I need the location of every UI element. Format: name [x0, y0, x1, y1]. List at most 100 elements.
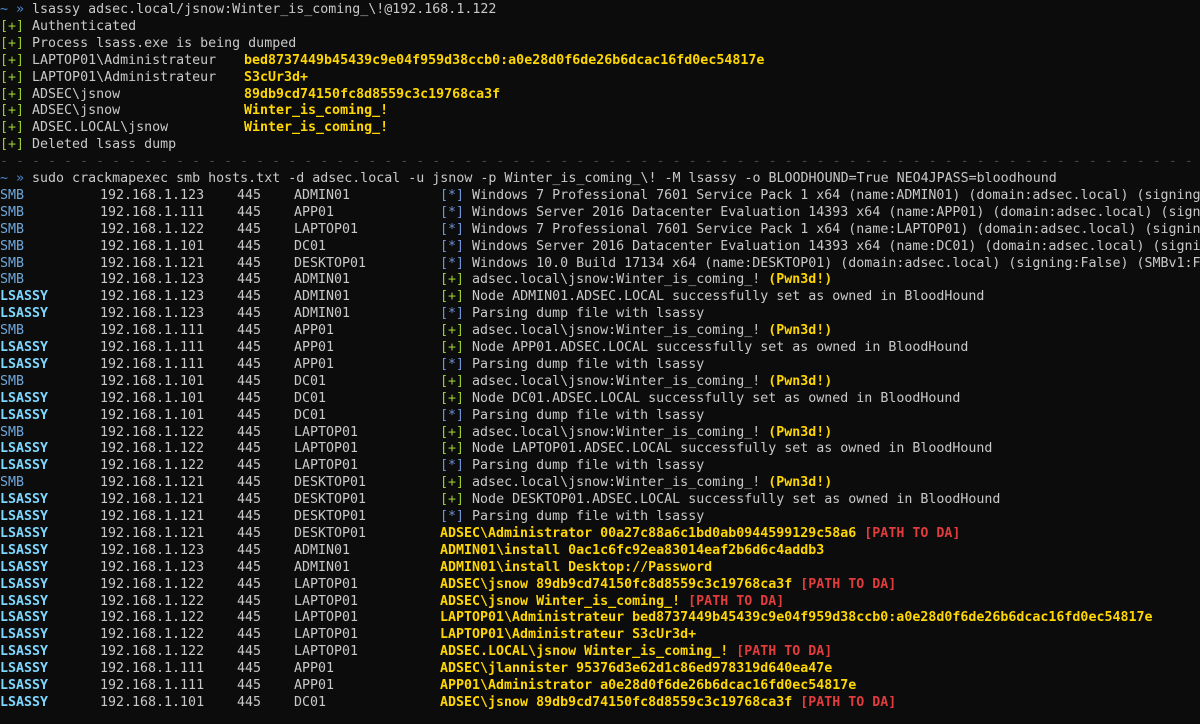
port: 445 — [237, 542, 262, 558]
table-row: LSASSY 192.168.1.121 445 DESKTOP01 [*] Parsi… — [0, 508, 1200, 525]
terminal-window[interactable]: ~ » lsassy adsec.local/jsnow:Winter_is_c… — [0, 0, 1200, 724]
protocol-label: LSASSY — [0, 390, 49, 406]
credential-text: ADSEC\Administrator 00a27c88a6c1bd0ab094… — [440, 525, 865, 541]
port: 445 — [237, 525, 262, 541]
table-row: SMB 192.168.1.122 445 LAPTOP01 [+] adsec.loc… — [0, 424, 1200, 441]
pwned-badge: (Pwn3d!) — [768, 475, 833, 491]
message-text: Parsing dump file with lsassy — [472, 306, 705, 322]
ip-address: 192.168.1.122 — [100, 644, 205, 660]
port: 445 — [237, 306, 262, 322]
hostname: LAPTOP01 — [294, 593, 359, 609]
protocol-label: LSASSY — [0, 492, 49, 508]
protocol-label: SMB — [0, 221, 25, 237]
hostname: DESKTOP01 — [294, 525, 367, 541]
message: [+] adsec.local\jsnow:Winter_is_coming_!… — [440, 322, 832, 339]
message-text: Windows 7 Professional 7601 Service Pack… — [472, 187, 1200, 203]
table-row: SMB 192.168.1.121 445 DESKTOP01 [*] Windows … — [0, 255, 1200, 272]
ip-address: 192.168.1.123 — [100, 559, 205, 575]
message: LAPTOP01\Administrateur S3cUr3d+ — [440, 626, 696, 643]
message: [*] Windows 7 Professional 7601 Service … — [440, 221, 1200, 238]
protocol-label: LSASSY — [0, 356, 49, 372]
status-tag: [+] — [0, 103, 25, 119]
pwned-badge: (Pwn3d!) — [768, 373, 833, 389]
port: 445 — [237, 492, 262, 508]
port: 445 — [237, 644, 262, 660]
ip-address: 192.168.1.122 — [100, 576, 205, 592]
message: [+] Node APP01.ADSEC.LOCAL successfully … — [440, 339, 968, 356]
ip-address: 192.168.1.111 — [100, 356, 205, 372]
hostname: DESKTOP01 — [294, 475, 367, 491]
output-line: [+] Process lsass.exe is being dumped — [0, 35, 1200, 52]
table-row: LSASSY 192.168.1.121 445 DESKTOP01 ADSEC\Adm… — [0, 525, 1200, 542]
credential-text: ADSEC\jsnow Winter_is_coming_! — [440, 593, 689, 609]
table-row: LSASSY 192.168.1.122 445 LAPTOP01 ADSEC\jsno… — [0, 593, 1200, 610]
table-row: LSASSY 192.168.1.111 445 APP01 [+] Node APP0… — [0, 339, 1200, 356]
protocol-label: LSASSY — [0, 441, 49, 457]
path-to-da-badge: [PATH TO DA] — [864, 525, 961, 541]
message-text: Windows 7 Professional 7601 Service Pack… — [472, 221, 1200, 237]
status-tag: [*] — [440, 458, 465, 474]
port: 445 — [237, 559, 262, 575]
table-row: LSASSY 192.168.1.121 445 DESKTOP01 [+] Node … — [0, 491, 1200, 508]
message: [+] adsec.local\jsnow:Winter_is_coming_!… — [440, 424, 832, 441]
table-row: LSASSY 192.168.1.122 445 LAPTOP01 LAPTOP01\A… — [0, 626, 1200, 643]
ip-address: 192.168.1.111 — [100, 678, 205, 693]
protocol-label: LSASSY — [0, 694, 49, 710]
ip-address: 192.168.1.122 — [100, 458, 205, 474]
protocol-label: LSASSY — [0, 407, 49, 423]
separator: - - - - - - - - - - - - - - - - - - - - … — [0, 154, 1193, 170]
message-text: adsec.local\jsnow:Winter_is_coming_! — [472, 272, 769, 288]
status-tag: [+] — [440, 272, 465, 288]
hostname: APP01 — [294, 204, 335, 220]
protocol-label: LSASSY — [0, 593, 49, 609]
message: [*] Parsing dump file with lsassy — [440, 407, 704, 424]
port: 445 — [237, 340, 262, 355]
status-tag: [+] — [0, 69, 25, 85]
message-text: Windows Server 2016 Datacenter Evaluatio… — [472, 204, 1200, 220]
table-row: SMB 192.168.1.121 445 DESKTOP01 [+] adsec.lo… — [0, 474, 1200, 491]
ip-address: 192.168.1.123 — [100, 187, 205, 203]
path-to-da-badge: [PATH TO DA] — [800, 694, 897, 710]
port: 445 — [237, 289, 262, 305]
hostname: ADMIN01 — [294, 306, 351, 322]
hostname: LAPTOP01 — [294, 627, 359, 643]
ip-address: 192.168.1.101 — [100, 694, 205, 710]
hostname: APP01 — [294, 661, 335, 677]
message-text: Parsing dump file with lsassy — [472, 509, 705, 524]
command-text: lsassy adsec.local/jsnow:Winter_is_comin… — [32, 2, 497, 17]
credential-text: ADSEC\jlannister 95376d3e62d1c86ed978319… — [440, 661, 833, 677]
table-row: LSASSY 192.168.1.123 445 ADMIN01 [+] Node AD… — [0, 288, 1200, 305]
hostname: DESKTOP01 — [294, 255, 367, 271]
status-tag: [*] — [440, 204, 465, 220]
ip-address: 192.168.1.121 — [100, 509, 205, 524]
status-tag: [+] — [0, 35, 25, 51]
message: [+] Node DC01.ADSEC.LOCAL successfully s… — [440, 390, 960, 407]
port: 445 — [237, 424, 262, 440]
port: 445 — [237, 221, 262, 237]
protocol-label: LSASSY — [0, 340, 49, 355]
hostname: LAPTOP01 — [294, 458, 359, 474]
status-tag: [*] — [440, 255, 465, 271]
pwned-badge: (Pwn3d!) — [768, 323, 833, 339]
status-tag: [*] — [440, 306, 465, 322]
table-row: LSASSY 192.168.1.101 445 DC01 ADSEC\jsnow 89… — [0, 694, 1200, 711]
output-text: Deleted lsass dump — [32, 137, 177, 153]
table-row: LSASSY 192.168.1.122 445 LAPTOP01 LAPTOP01\A… — [0, 609, 1200, 626]
message-text: Node APP01.ADSEC.LOCAL successfully set … — [472, 340, 969, 355]
port: 445 — [237, 407, 262, 423]
path-to-da-badge: [PATH TO DA] — [736, 644, 833, 660]
table-row: LSASSY 192.168.1.122 445 LAPTOP01 ADSEC\jsno… — [0, 576, 1200, 593]
protocol-label: LSASSY — [0, 678, 49, 693]
protocol-label: LSASSY — [0, 509, 49, 524]
port: 445 — [237, 390, 262, 406]
hostname: LAPTOP01 — [294, 441, 359, 457]
hostname: APP01 — [294, 323, 335, 339]
message: APP01\Administrator a0e28d0f6de26b6dcac1… — [440, 677, 856, 694]
hostname: ADMIN01 — [294, 559, 351, 575]
output-line: [+] ADSEC\jsnow Winter_is_coming_! — [0, 102, 1200, 119]
output-line: [+] Deleted lsass dump — [0, 136, 1200, 153]
hostname: ADMIN01 — [294, 187, 351, 203]
hostname: ADMIN01 — [294, 542, 351, 558]
protocol-label: LSASSY — [0, 306, 49, 322]
table-row: LSASSY 192.168.1.111 445 APP01 ADSEC\jlannis… — [0, 660, 1200, 677]
